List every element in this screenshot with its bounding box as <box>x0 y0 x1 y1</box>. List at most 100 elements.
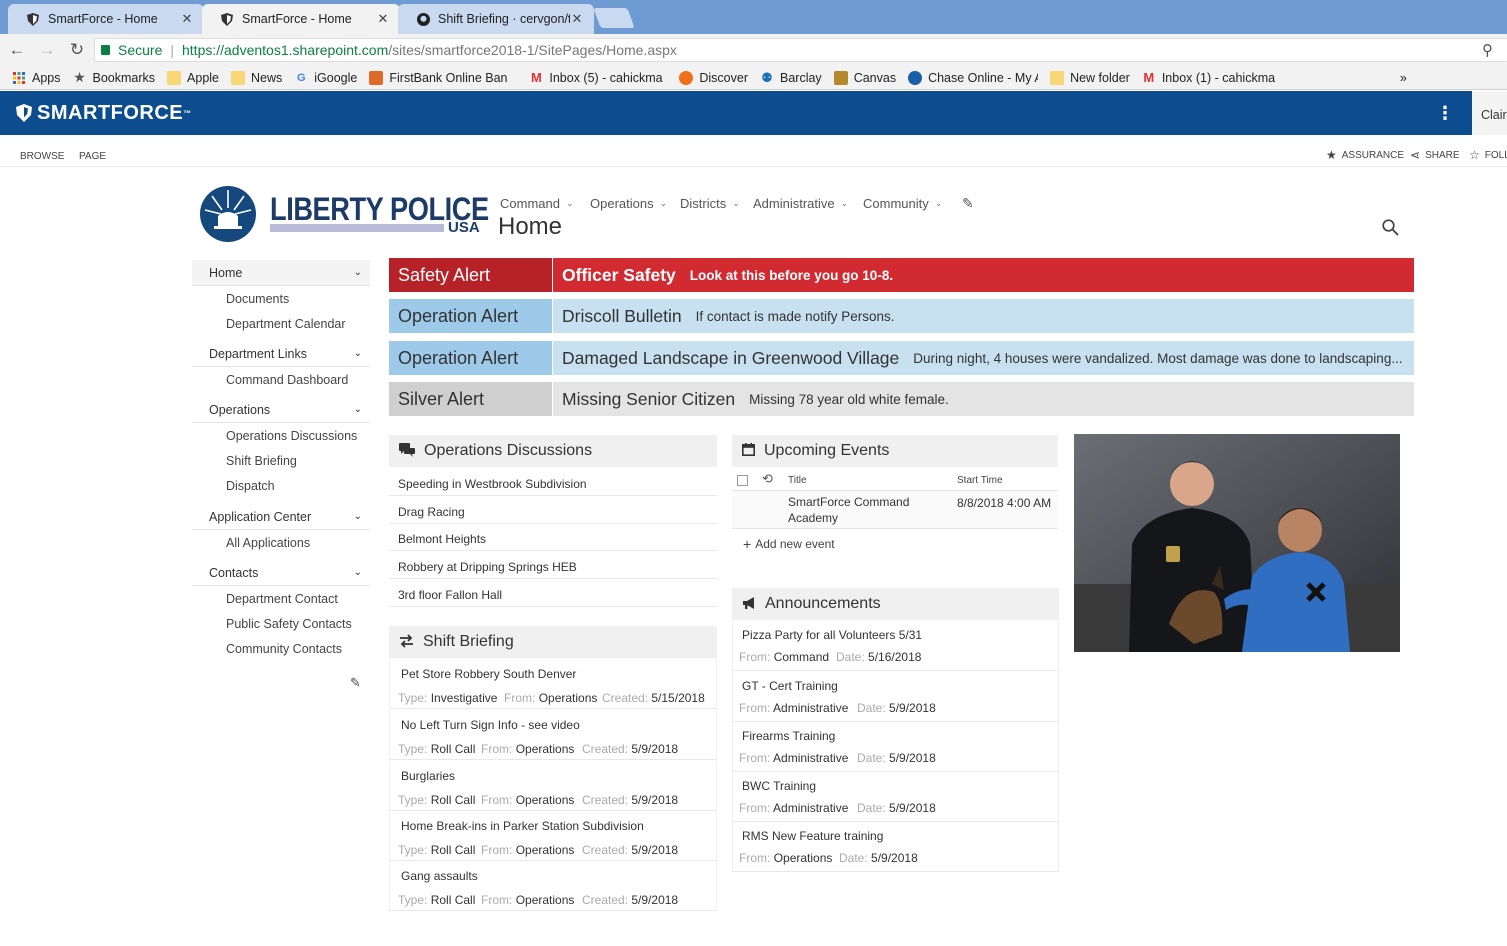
announcement-item[interactable]: Firearms Training From: Administrative D… <box>732 722 1059 772</box>
liberty-badge-icon[interactable] <box>200 186 256 242</box>
browser-tab[interactable]: SmartForce - Home ✕ <box>8 4 204 34</box>
bookmark-chase[interactable]: Chase Online - My A <box>908 70 1038 85</box>
bookmark-discover[interactable]: Discover <box>679 70 748 85</box>
topnav-community[interactable]: Community ⌄ <box>863 196 942 211</box>
shift-briefing-item[interactable]: Gang assaults Type: Roll Call From: Oper… <box>389 861 717 911</box>
announcement-item[interactable]: GT - Cert Training From: Administrative … <box>732 672 1059 722</box>
leftnav-header-department-links[interactable]: Department Links ⌄ <box>192 341 370 367</box>
forward-icon[interactable]: → <box>34 37 60 63</box>
bookmark-inbox-5[interactable]: M Inbox (5) - cahickma <box>529 70 667 85</box>
assurance-button[interactable]: ★ ASSURANCE <box>1326 148 1404 162</box>
new-tab-button[interactable] <box>593 8 635 28</box>
chevron-down-icon[interactable]: ⌄ <box>354 404 362 415</box>
shift-briefing-item[interactable]: Pet Store Robbery South Denver Type: Inv… <box>389 659 717 709</box>
discussion-item[interactable]: Drag Racing <box>389 497 717 524</box>
user-name[interactable]: Claire <box>1472 91 1507 135</box>
shift-briefing-item[interactable]: Burglaries Type: Roll Call From: Operati… <box>389 761 717 811</box>
events-title[interactable]: Upcoming Events <box>764 442 889 460</box>
chevron-down-icon[interactable]: ⌄ <box>354 511 362 522</box>
leftnav-item-dispatch[interactable]: Dispatch <box>226 479 275 493</box>
more-options-icon[interactable]: ⋮ <box>1436 103 1454 124</box>
announcement-item[interactable]: Pizza Party for all Volunteers 5/31 From… <box>732 621 1059 671</box>
alert-banner[interactable]: Operation Alert Damaged Landscape in Gre… <box>389 341 1414 375</box>
leftnav-header-operations[interactable]: Operations ⌄ <box>192 397 370 423</box>
alert-banner[interactable]: Silver Alert Missing Senior Citizen Miss… <box>389 382 1414 416</box>
bookmark-new-folder[interactable]: New folder <box>1050 70 1130 85</box>
add-new-event-link[interactable]: + Add new event <box>743 536 835 552</box>
browser-tab-active[interactable]: SmartForce - Home ✕ <box>202 4 400 34</box>
edit-links-icon[interactable]: ✎ <box>350 675 361 691</box>
leftnav-item-department-calendar[interactable]: Department Calendar <box>226 317 346 331</box>
announcement-title[interactable]: RMS New Feature training <box>742 829 883 843</box>
briefing-title[interactable]: Gang assaults <box>401 869 478 883</box>
leftnav-item-all-applications[interactable]: All Applications <box>226 536 310 550</box>
topnav-administrative[interactable]: Administrative ⌄ <box>753 196 848 211</box>
topnav-operations[interactable]: Operations ⌄ <box>590 196 667 211</box>
bookmark-apple[interactable]: Apple <box>167 70 219 85</box>
leftnav-item-shift-briefing[interactable]: Shift Briefing <box>226 454 297 468</box>
shift-briefing-item[interactable]: Home Break-ins in Parker Station Subdivi… <box>389 811 717 861</box>
search-icon[interactable] <box>1382 219 1399 241</box>
alert-title[interactable]: Driscoll Bulletin <box>553 306 682 327</box>
announcement-title[interactable]: Pizza Party for all Volunteers 5/31 <box>742 628 922 642</box>
leftnav-header-home[interactable]: Home ⌄ <box>192 260 370 286</box>
shift-briefing-item[interactable]: No Left Turn Sign Info - see video Type:… <box>389 710 717 760</box>
ribbon-tab-page[interactable]: PAGE <box>79 151 106 162</box>
close-icon[interactable]: ✕ <box>570 11 584 27</box>
secure-indicator[interactable]: Secure <box>101 42 162 58</box>
announcement-title[interactable]: Firearms Training <box>742 729 835 743</box>
leftnav-item-operations-discussions[interactable]: Operations Discussions <box>226 429 357 443</box>
leftnav-item-public-safety-contacts[interactable]: Public Safety Contacts <box>226 617 352 631</box>
address-bar[interactable]: Secure | https://adventos1.sharepoint.co… <box>94 38 1507 62</box>
chevron-down-icon[interactable]: ⌄ <box>354 267 362 278</box>
alert-title[interactable]: Missing Senior Citizen <box>553 389 735 410</box>
bookmark-inbox-1[interactable]: M Inbox (1) - cahickma <box>1142 70 1280 85</box>
ribbon-tab-browse[interactable]: BROWSE <box>20 151 64 162</box>
event-title-line-1[interactable]: SmartForce Command <box>788 495 909 509</box>
leftnav-item-community-contacts[interactable]: Community Contacts <box>226 642 342 656</box>
leftnav-header-contacts[interactable]: Contacts ⌄ <box>192 560 370 586</box>
reload-icon[interactable]: ↻ <box>64 37 90 63</box>
shift-briefing-title[interactable]: Shift Briefing <box>423 633 514 651</box>
announcement-item[interactable]: BWC Training From: Administrative Date: … <box>732 772 1059 822</box>
close-icon[interactable]: ✕ <box>376 11 390 27</box>
discussion-item[interactable]: Speeding in Westbrook Subdivision <box>389 469 717 496</box>
bookmark-canvas[interactable]: Canvas <box>833 70 896 85</box>
discussion-item[interactable]: Robbery at Dripping Springs HEB <box>389 552 717 579</box>
bookmark-news[interactable]: News <box>231 70 282 85</box>
alert-banner[interactable]: Safety Alert Officer Safety Look at this… <box>389 258 1414 292</box>
bookmarks-overflow-button[interactable]: » <box>1400 71 1407 85</box>
share-button[interactable]: ⋖ SHARE <box>1410 148 1460 162</box>
briefing-title[interactable]: No Left Turn Sign Info - see video <box>401 718 580 732</box>
briefing-title[interactable]: Pet Store Robbery South Denver <box>401 667 576 681</box>
topnav-districts[interactable]: Districts ⌄ <box>680 196 740 211</box>
briefing-title[interactable]: Burglaries <box>401 769 455 783</box>
leftnav-header-application-center[interactable]: Application Center ⌄ <box>192 504 370 530</box>
column-header-start-time[interactable]: Start Time <box>957 475 1003 486</box>
smartforce-logo[interactable]: SMARTFORCE ™ <box>16 102 192 125</box>
announcements-title[interactable]: Announcements <box>765 595 881 613</box>
chevron-down-icon[interactable]: ⌄ <box>354 348 362 359</box>
leftnav-item-documents[interactable]: Documents <box>226 292 289 306</box>
alert-title[interactable]: Officer Safety <box>553 265 676 286</box>
column-header-title[interactable]: Title <box>788 475 807 486</box>
alert-title[interactable]: Damaged Landscape in Greenwood Village <box>553 348 899 369</box>
leftnav-item-command-dashboard[interactable]: Command Dashboard <box>226 373 348 387</box>
bookmark-igoogle[interactable]: GiGoogle <box>294 71 357 85</box>
back-icon[interactable]: ← <box>4 37 30 63</box>
refresh-icon[interactable]: ⟲ <box>762 471 773 487</box>
announcement-title[interactable]: GT - Cert Training <box>742 679 838 693</box>
leftnav-item-department-contact[interactable]: Department Contact <box>226 592 338 606</box>
alert-banner[interactable]: Operation Alert Driscoll Bulletin If con… <box>389 299 1414 333</box>
follow-button[interactable]: ☆ FOLL <box>1469 148 1507 162</box>
bookmark-barclay[interactable]: ⚉ Barclay <box>760 70 822 85</box>
discussion-item[interactable]: 3rd floor Fallon Hall <box>389 580 717 607</box>
announcement-title[interactable]: BWC Training <box>742 779 816 793</box>
event-title-line-2[interactable]: Academy <box>788 511 838 525</box>
bookmark-bookmarks[interactable]: ★ Bookmarks <box>73 69 155 85</box>
announcement-item[interactable]: RMS New Feature training From: Operation… <box>732 822 1059 872</box>
browser-tab[interactable]: Shift Briefing · cervgon/te ✕ <box>398 4 594 34</box>
briefing-title[interactable]: Home Break-ins in Parker Station Subdivi… <box>401 819 644 833</box>
table-row[interactable]: SmartForce Command Academy 8/8/2018 4:00… <box>732 491 1058 529</box>
discussions-title[interactable]: Operations Discussions <box>424 442 592 460</box>
